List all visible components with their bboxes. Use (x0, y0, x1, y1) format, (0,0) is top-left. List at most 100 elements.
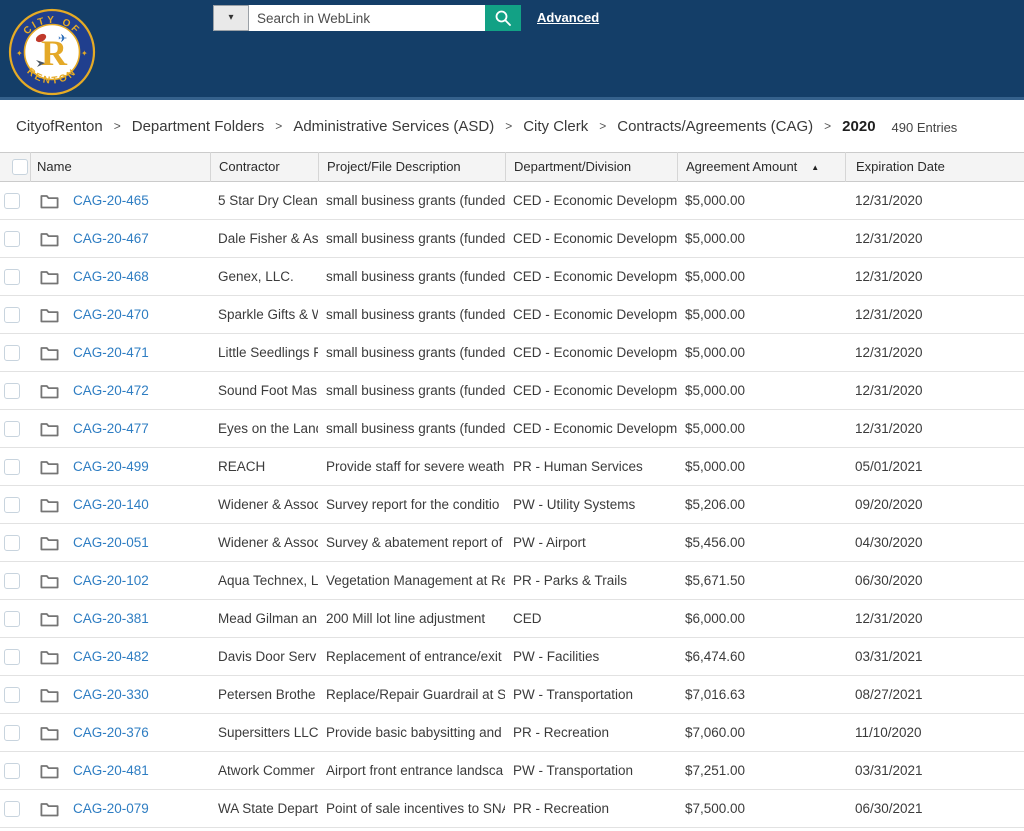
table-row[interactable]: CAG-20-079 WA State Depart Point of sale… (0, 790, 1024, 828)
document-link[interactable]: CAG-20-482 (73, 638, 149, 676)
folder-icon[interactable] (40, 535, 59, 551)
folder-icon[interactable] (40, 345, 59, 361)
row-checkbox[interactable] (4, 269, 20, 285)
row-checkbox[interactable] (4, 573, 20, 589)
row-checkbox[interactable] (4, 497, 20, 513)
amount-cell: $5,000.00 (677, 296, 845, 334)
folder-icon[interactable] (40, 649, 59, 665)
row-checkbox[interactable] (4, 345, 20, 361)
breadcrumb-item[interactable]: Contracts/Agreements (CAG) (617, 118, 813, 135)
table-row[interactable]: CAG-20-465 5 Star Dry Clean small busine… (0, 182, 1024, 220)
table-row[interactable]: CAG-20-467 Dale Fisher & As small busine… (0, 220, 1024, 258)
breadcrumb-item[interactable]: Administrative Services (ASD) (293, 118, 494, 135)
breadcrumb-item[interactable]: CityofRenton (16, 118, 103, 135)
document-link[interactable]: CAG-20-467 (73, 220, 149, 258)
folder-icon[interactable] (40, 801, 59, 817)
row-checkbox[interactable] (4, 193, 20, 209)
row-checkbox[interactable] (4, 231, 20, 247)
name-cell: CAG-20-471 (30, 334, 210, 372)
row-checkbox[interactable] (4, 687, 20, 703)
expiration-cell: 12/31/2020 (845, 334, 1024, 372)
document-link[interactable]: CAG-20-465 (73, 182, 149, 220)
table-row[interactable]: CAG-20-330 Petersen Brothe Replace/Repai… (0, 676, 1024, 714)
folder-icon[interactable] (40, 497, 59, 513)
column-header-contractor[interactable]: Contractor (210, 152, 318, 182)
row-checkbox[interactable] (4, 725, 20, 741)
folder-icon[interactable] (40, 763, 59, 779)
document-link[interactable]: CAG-20-481 (73, 752, 149, 790)
row-checkbox[interactable] (4, 649, 20, 665)
row-checkbox[interactable] (4, 801, 20, 817)
folder-icon[interactable] (40, 573, 59, 589)
description-cell: Replace/Repair Guardrail at Sc (318, 676, 505, 714)
table-row[interactable]: CAG-20-481 Atwork Commer Airport front e… (0, 752, 1024, 790)
folder-icon[interactable] (40, 269, 59, 285)
column-header-amount[interactable]: Agreement Amount▲ (677, 152, 845, 182)
folder-icon[interactable] (40, 611, 59, 627)
table-row[interactable]: CAG-20-470 Sparkle Gifts & W small busin… (0, 296, 1024, 334)
search-input[interactable] (249, 5, 485, 31)
row-checkbox[interactable] (4, 763, 20, 779)
document-link[interactable]: CAG-20-381 (73, 600, 149, 638)
expiration-cell: 12/31/2020 (845, 258, 1024, 296)
table-row[interactable]: CAG-20-472 Sound Foot Mas small business… (0, 372, 1024, 410)
breadcrumb-separator: > (275, 119, 282, 133)
table-row[interactable]: CAG-20-477 Eyes on the Land small busine… (0, 410, 1024, 448)
amount-cell: $5,000.00 (677, 258, 845, 296)
description-cell: Replacement of entrance/exit (318, 638, 505, 676)
row-checkbox[interactable] (4, 307, 20, 323)
folder-icon[interactable] (40, 383, 59, 399)
table-row[interactable]: CAG-20-499 REACH Provide staff for sever… (0, 448, 1024, 486)
table-row[interactable]: CAG-20-482 Davis Door Serv Replacement o… (0, 638, 1024, 676)
folder-icon[interactable] (40, 725, 59, 741)
table-row[interactable]: CAG-20-468 Genex, LLC. small business gr… (0, 258, 1024, 296)
row-checkbox[interactable] (4, 421, 20, 437)
row-select-cell (0, 714, 30, 752)
document-link[interactable]: CAG-20-102 (73, 562, 149, 600)
document-link[interactable]: CAG-20-470 (73, 296, 149, 334)
breadcrumb-item[interactable]: City Clerk (523, 118, 588, 135)
document-link[interactable]: CAG-20-477 (73, 410, 149, 448)
search-button[interactable] (485, 5, 521, 31)
table-row[interactable]: CAG-20-140 Widener & Assoc Survey report… (0, 486, 1024, 524)
description-cell: small business grants (funded (318, 258, 505, 296)
row-checkbox[interactable] (4, 383, 20, 399)
document-link[interactable]: CAG-20-472 (73, 372, 149, 410)
row-checkbox[interactable] (4, 459, 20, 475)
table-row[interactable]: CAG-20-051 Widener & Assoc Survey & abat… (0, 524, 1024, 562)
table-row[interactable]: CAG-20-102 Aqua Technex, L Vegetation Ma… (0, 562, 1024, 600)
table-row[interactable]: CAG-20-376 Supersitters LLC Provide basi… (0, 714, 1024, 752)
document-link[interactable]: CAG-20-330 (73, 676, 149, 714)
row-checkbox[interactable] (4, 535, 20, 551)
search-scope-dropdown[interactable]: ▾ (213, 5, 249, 31)
contractor-cell: Aqua Technex, L (210, 562, 318, 600)
city-of-renton-logo[interactable]: CITY OF RENTON ✦ ✦ R ✈ (8, 8, 96, 96)
document-link[interactable]: CAG-20-140 (73, 486, 149, 524)
document-link[interactable]: CAG-20-471 (73, 334, 149, 372)
table-row[interactable]: CAG-20-471 Little Seedlings F small busi… (0, 334, 1024, 372)
select-all-checkbox[interactable] (12, 159, 28, 175)
column-header-expiration[interactable]: Expiration Date (845, 152, 1024, 182)
document-link[interactable]: CAG-20-499 (73, 448, 149, 486)
folder-icon[interactable] (40, 459, 59, 475)
row-select-cell (0, 790, 30, 828)
document-link[interactable]: CAG-20-468 (73, 258, 149, 296)
document-link[interactable]: CAG-20-079 (73, 790, 149, 828)
breadcrumb-item[interactable]: Department Folders (132, 118, 265, 135)
column-header-description[interactable]: Project/File Description (318, 152, 505, 182)
table-row[interactable]: CAG-20-381 Mead Gilman an 200 Mill lot l… (0, 600, 1024, 638)
folder-icon[interactable] (40, 307, 59, 323)
column-header-name[interactable]: Name (30, 152, 210, 182)
folder-icon[interactable] (40, 687, 59, 703)
row-checkbox[interactable] (4, 611, 20, 627)
department-cell: PR - Recreation (505, 714, 677, 752)
advanced-search-link[interactable]: Advanced (537, 10, 599, 25)
description-cell: 200 Mill lot line adjustment (318, 600, 505, 638)
document-link[interactable]: CAG-20-376 (73, 714, 149, 752)
folder-icon[interactable] (40, 193, 59, 209)
document-link[interactable]: CAG-20-051 (73, 524, 149, 562)
column-header-department[interactable]: Department/Division (505, 152, 677, 182)
name-cell: CAG-20-079 (30, 790, 210, 828)
folder-icon[interactable] (40, 231, 59, 247)
folder-icon[interactable] (40, 421, 59, 437)
